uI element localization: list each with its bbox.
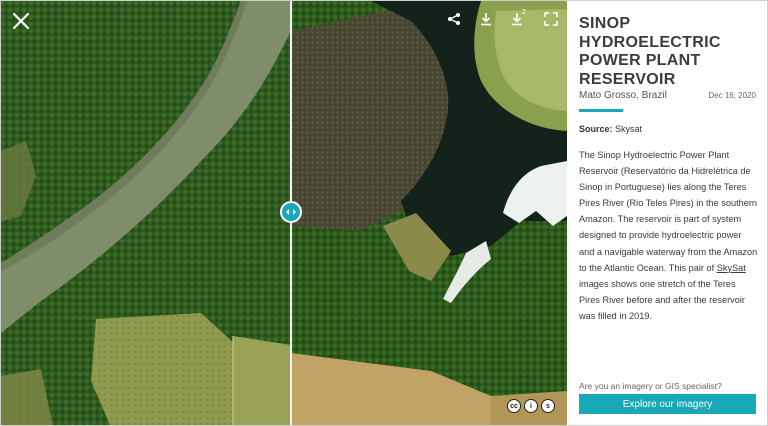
image-comparison-viewer[interactable]: 2 cc i s (1, 1, 567, 425)
close-button[interactable] (9, 9, 33, 33)
attribution-icon: i (524, 399, 538, 413)
app-frame: 2 cc i s SINOP HYDROELECTRIC POWER PLANT… (0, 0, 768, 426)
explore-imagery-button[interactable]: Explore our imagery (579, 394, 756, 414)
skysat-link[interactable]: SkySat (717, 263, 746, 273)
date: Dec 16, 2020 (708, 91, 756, 100)
source-label: Source: (579, 124, 613, 134)
info-panel: SINOP HYDROELECTRIC POWER PLANT RESERVOI… (567, 1, 767, 425)
download-second-label: 2 (522, 9, 526, 16)
download-second-button[interactable]: 2 (508, 9, 528, 29)
download-icon (481, 13, 491, 26)
description-text-1: The Sinop Hydroelectric Power Plant Rese… (579, 150, 758, 273)
description-text-2: images shows one stretch of the Teres Pi… (579, 278, 745, 321)
cta-question: Are you an imagery or GIS specialist? (579, 381, 722, 391)
download-button[interactable] (476, 9, 496, 29)
close-icon (12, 12, 30, 30)
page-title: SINOP HYDROELECTRIC POWER PLANT RESERVOI… (579, 15, 721, 88)
before-image (1, 1, 291, 425)
slider-handle[interactable] (280, 201, 302, 223)
share-button[interactable] (444, 9, 464, 29)
share-icon (448, 13, 460, 25)
cc-icon: cc (507, 399, 521, 413)
left-right-arrows-icon (286, 209, 296, 215)
source-value: Skysat (615, 124, 643, 134)
meta-row: Mato Grosso, Brazil Dec 16, 2020 (579, 90, 756, 101)
source-line: Source: Skysat (579, 124, 642, 134)
share-alike-icon: s (541, 399, 555, 413)
license-badges: cc i s (507, 399, 555, 413)
description: The Sinop Hydroelectric Power Plant Rese… (579, 147, 759, 324)
accent-rule (579, 109, 623, 112)
location: Mato Grosso, Brazil (579, 90, 667, 101)
after-image (291, 1, 567, 425)
fullscreen-button[interactable] (541, 9, 561, 29)
fullscreen-icon (544, 12, 558, 26)
